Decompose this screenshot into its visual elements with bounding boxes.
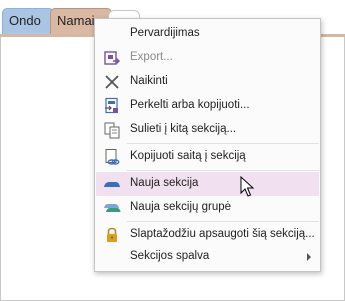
menu-item-delete[interactable]: Naikinti: [96, 70, 319, 94]
menu-separator: [127, 143, 319, 144]
move-copy-icon: [103, 97, 121, 115]
menu-item-label: Export...: [130, 51, 173, 63]
menu-item-label: Sekcijos spalva: [130, 250, 210, 262]
new-section-icon: [103, 175, 121, 193]
link-icon: [103, 148, 121, 166]
menu-item-label: Pervardijimas: [130, 27, 200, 39]
section-tab-label: Ondo: [9, 13, 41, 28]
menu-item-move-copy[interactable]: Perkelti arba kopijuoti...: [96, 94, 319, 118]
menu-item-label: Naikinti: [130, 75, 168, 87]
menu-item-label: Slaptažodžiu apsaugoti šią sekciją...: [130, 228, 315, 240]
menu-item-new-section[interactable]: Nauja sekcija: [96, 172, 319, 196]
menu-item-label: Perkelti arba kopijuoti...: [130, 99, 250, 111]
menu-item-label: Nauja sekcija: [130, 177, 199, 189]
menu-item-section-color[interactable]: Sekcijos spalva: [96, 245, 319, 269]
section-tab-ondo[interactable]: Ondo: [2, 8, 54, 34]
delete-x-icon: [103, 73, 121, 91]
menu-item-password-protect[interactable]: Slaptažodžiu apsaugoti šią sekciją...: [96, 223, 319, 247]
section-tab-label: Namai: [57, 13, 95, 28]
menu-separator: [127, 170, 319, 171]
mouse-cursor-icon: [240, 175, 256, 198]
menu-item-rename[interactable]: Pervardijimas: [96, 22, 319, 46]
menu-item-export[interactable]: Export...: [96, 46, 319, 70]
menu-item-label: Kopijuoti saitą į sekciją: [130, 150, 246, 162]
menu-item-label: Nauja sekcijų grupė: [130, 201, 232, 213]
lock-icon: [103, 226, 121, 244]
section-group-icon: [103, 199, 121, 217]
merge-icon: [103, 121, 121, 139]
menu-separator: [127, 221, 319, 222]
menu-item-label: Sulieti į kitą sekciją...: [130, 123, 237, 135]
context-menu: Pervardijimas Export... Naikinti Perkelt…: [94, 18, 321, 272]
menu-item-copy-link[interactable]: Kopijuoti saitą į sekciją: [96, 145, 319, 169]
submenu-arrow-icon: [307, 253, 311, 261]
menu-item-merge[interactable]: Sulieti į kitą sekciją...: [96, 118, 319, 142]
menu-item-new-section-group[interactable]: Nauja sekcijų grupė: [96, 196, 319, 220]
export-icon: [103, 49, 121, 67]
